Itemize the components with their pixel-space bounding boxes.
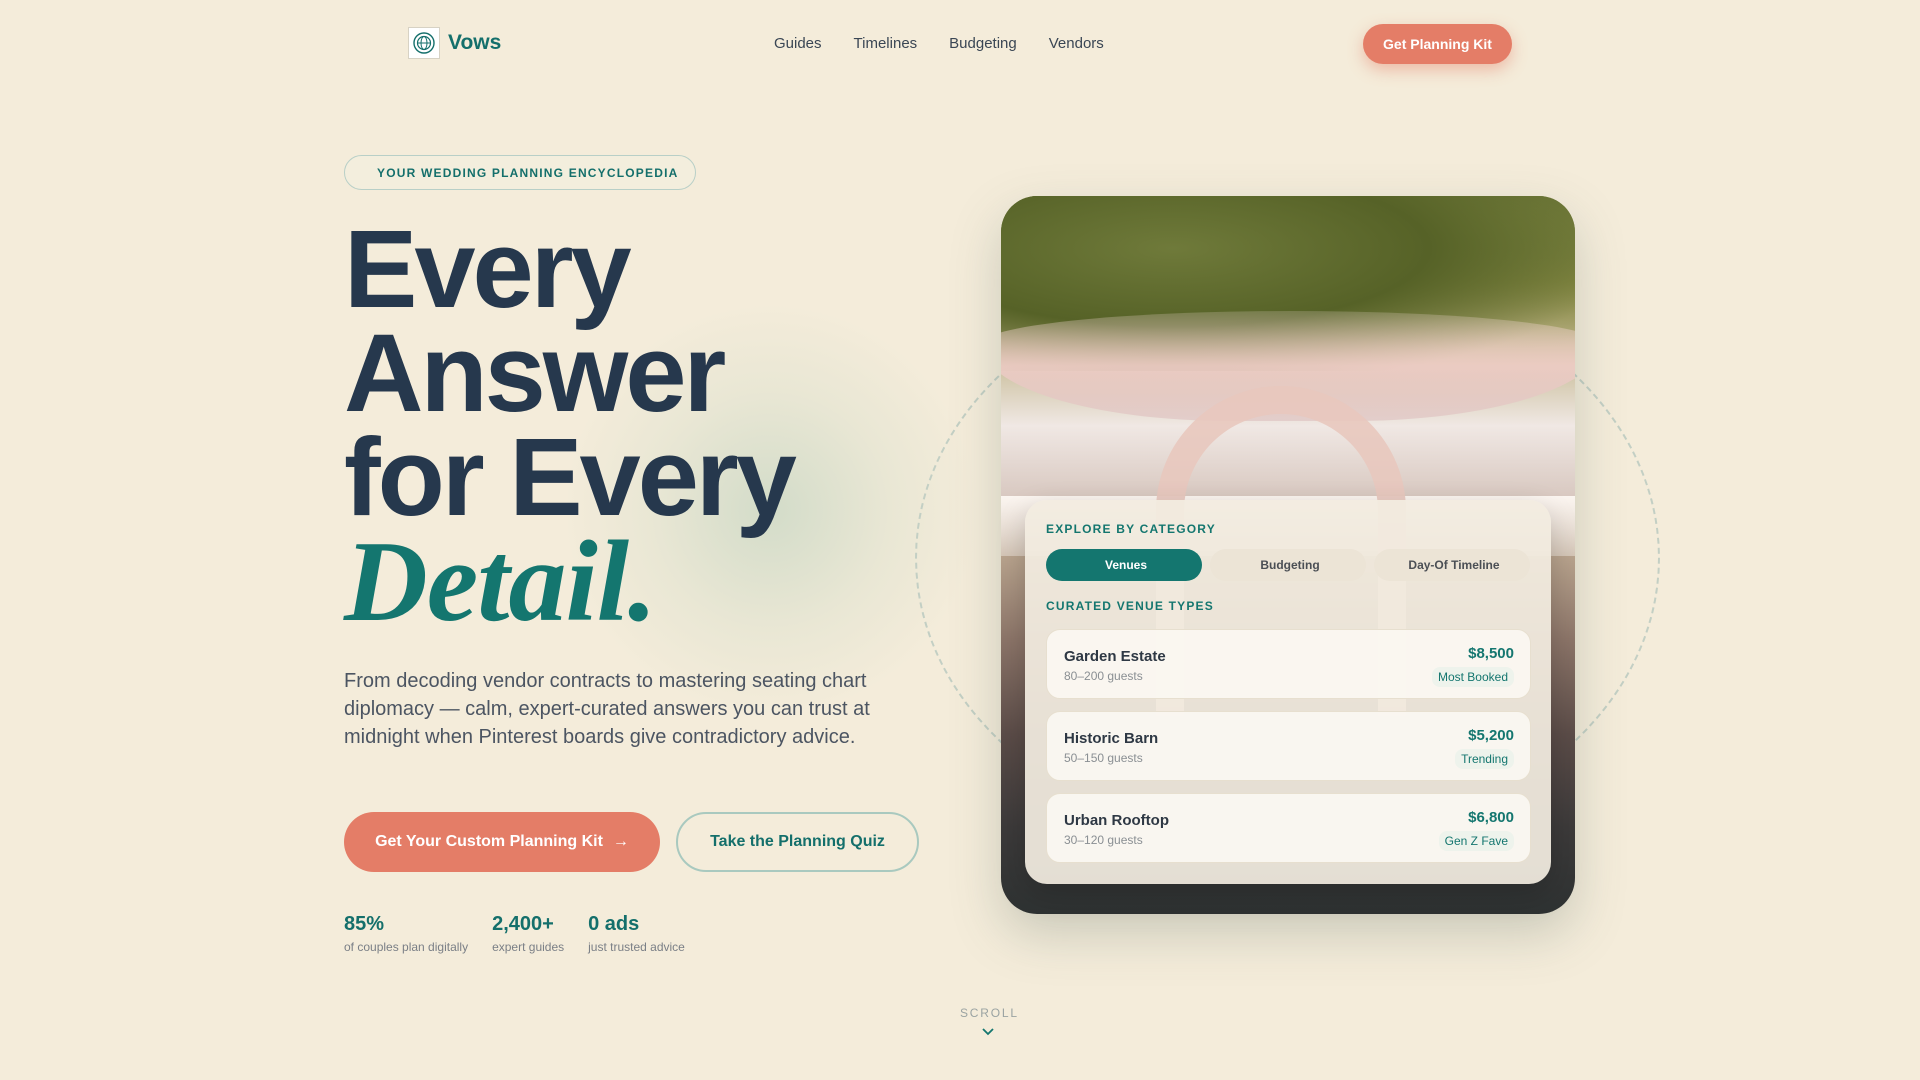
venue-guest-range: 30–120 guests [1064,833,1143,847]
scroll-label: SCROLL [960,1006,1019,1020]
hero-stats: 85% of couples plan digitally 2,400+ exp… [344,913,685,954]
nav-links: Guides Timelines Budgeting Vendors [774,35,1104,52]
headline-accent: Detail. [344,518,657,646]
stat-label: expert guides [492,940,565,954]
nav-link-budgeting[interactable]: Budgeting [949,35,1017,52]
venue-name: Urban Rooftop [1064,812,1169,829]
get-custom-planning-kit-button[interactable]: Get Your Custom Planning Kit → [344,812,660,872]
top-nav: Vows Guides Timelines Budgeting Vendors … [0,0,1920,88]
venue-card-urban-rooftop[interactable]: Urban Rooftop 30–120 guests $6,800 Gen Z… [1046,793,1531,863]
get-planning-kit-button[interactable]: Get Planning Kit [1363,24,1512,64]
brand-name: Vows [448,31,502,54]
scroll-indicator[interactable]: SCROLL [960,1006,1019,1040]
stat-label: just trusted advice [588,940,685,954]
venue-name: Garden Estate [1064,648,1166,665]
venue-tag: Most Booked [1431,667,1514,687]
category-tabs: Venues Budgeting Day-Of Timeline [1046,549,1530,581]
brand-logo[interactable]: Vows [408,27,501,59]
tab-venues[interactable]: Venues [1046,549,1202,581]
stat-label: of couples plan digitally [344,940,469,954]
headline-line-2: Answer [344,312,726,435]
headline-line-1: Every [344,208,632,331]
tab-budgeting[interactable]: Budgeting [1210,549,1366,581]
nav-link-vendors[interactable]: Vendors [1049,35,1104,52]
venue-list: Garden Estate 80–200 guests $8,500 Most … [1046,629,1531,875]
venue-name: Historic Barn [1064,730,1159,747]
venue-guest-range: 50–150 guests [1064,751,1143,765]
venue-price: $6,800 [1468,809,1514,826]
stat-value: 85% [344,913,385,935]
stat-item: 2,400+ expert guides [492,913,564,954]
tab-label: Budgeting [1260,558,1320,572]
globe-seal-icon [408,27,440,59]
stat-item: 85% of couples plan digitally [344,913,468,954]
explorer-eyebrow: EXPLORE BY CATEGORY [1046,522,1216,536]
venue-card-historic-barn[interactable]: Historic Barn 50–150 guests $5,200 Trend… [1046,711,1531,781]
planning-quiz-button[interactable]: Take the Planning Quiz [676,812,919,872]
hero-headline: Every Answer for Every Detail. [344,208,797,646]
chevron-down-icon [960,1024,1016,1040]
stat-value: 0 ads [588,913,640,935]
venue-price: $8,500 [1468,645,1514,662]
venue-guest-range: 80–200 guests [1064,669,1143,683]
venue-price: $5,200 [1468,727,1514,744]
nav-link-guides[interactable]: Guides [774,35,822,52]
category-explorer-panel: EXPLORE BY CATEGORY Venues Budgeting Day… [1025,500,1551,884]
tab-label: Venues [1104,558,1148,572]
nav-link-timelines[interactable]: Timelines [854,35,918,52]
stat-value: 2,400+ [492,913,554,935]
hero-description: From decoding vendor contracts to master… [344,670,870,748]
venue-tag: Trending [1455,749,1514,769]
venue-tag: Gen Z Fave [1438,831,1514,851]
primary-cta-label: Get Your Custom Planning Kit [375,833,603,850]
arrow-right-icon: → [612,833,629,850]
headline-line-3: for Every [344,416,797,539]
tab-label: Day-Of Timeline [1408,558,1500,572]
venue-types-heading: CURATED VENUE TYPES [1046,599,1214,613]
hero-badge: YOUR WEDDING PLANNING ENCYCLOPEDIA [344,155,697,190]
stat-item: 0 ads just trusted advice [588,913,685,954]
venue-card-garden-estate[interactable]: Garden Estate 80–200 guests $8,500 Most … [1046,629,1531,699]
tab-day-of-timeline[interactable]: Day-Of Timeline [1374,549,1530,581]
